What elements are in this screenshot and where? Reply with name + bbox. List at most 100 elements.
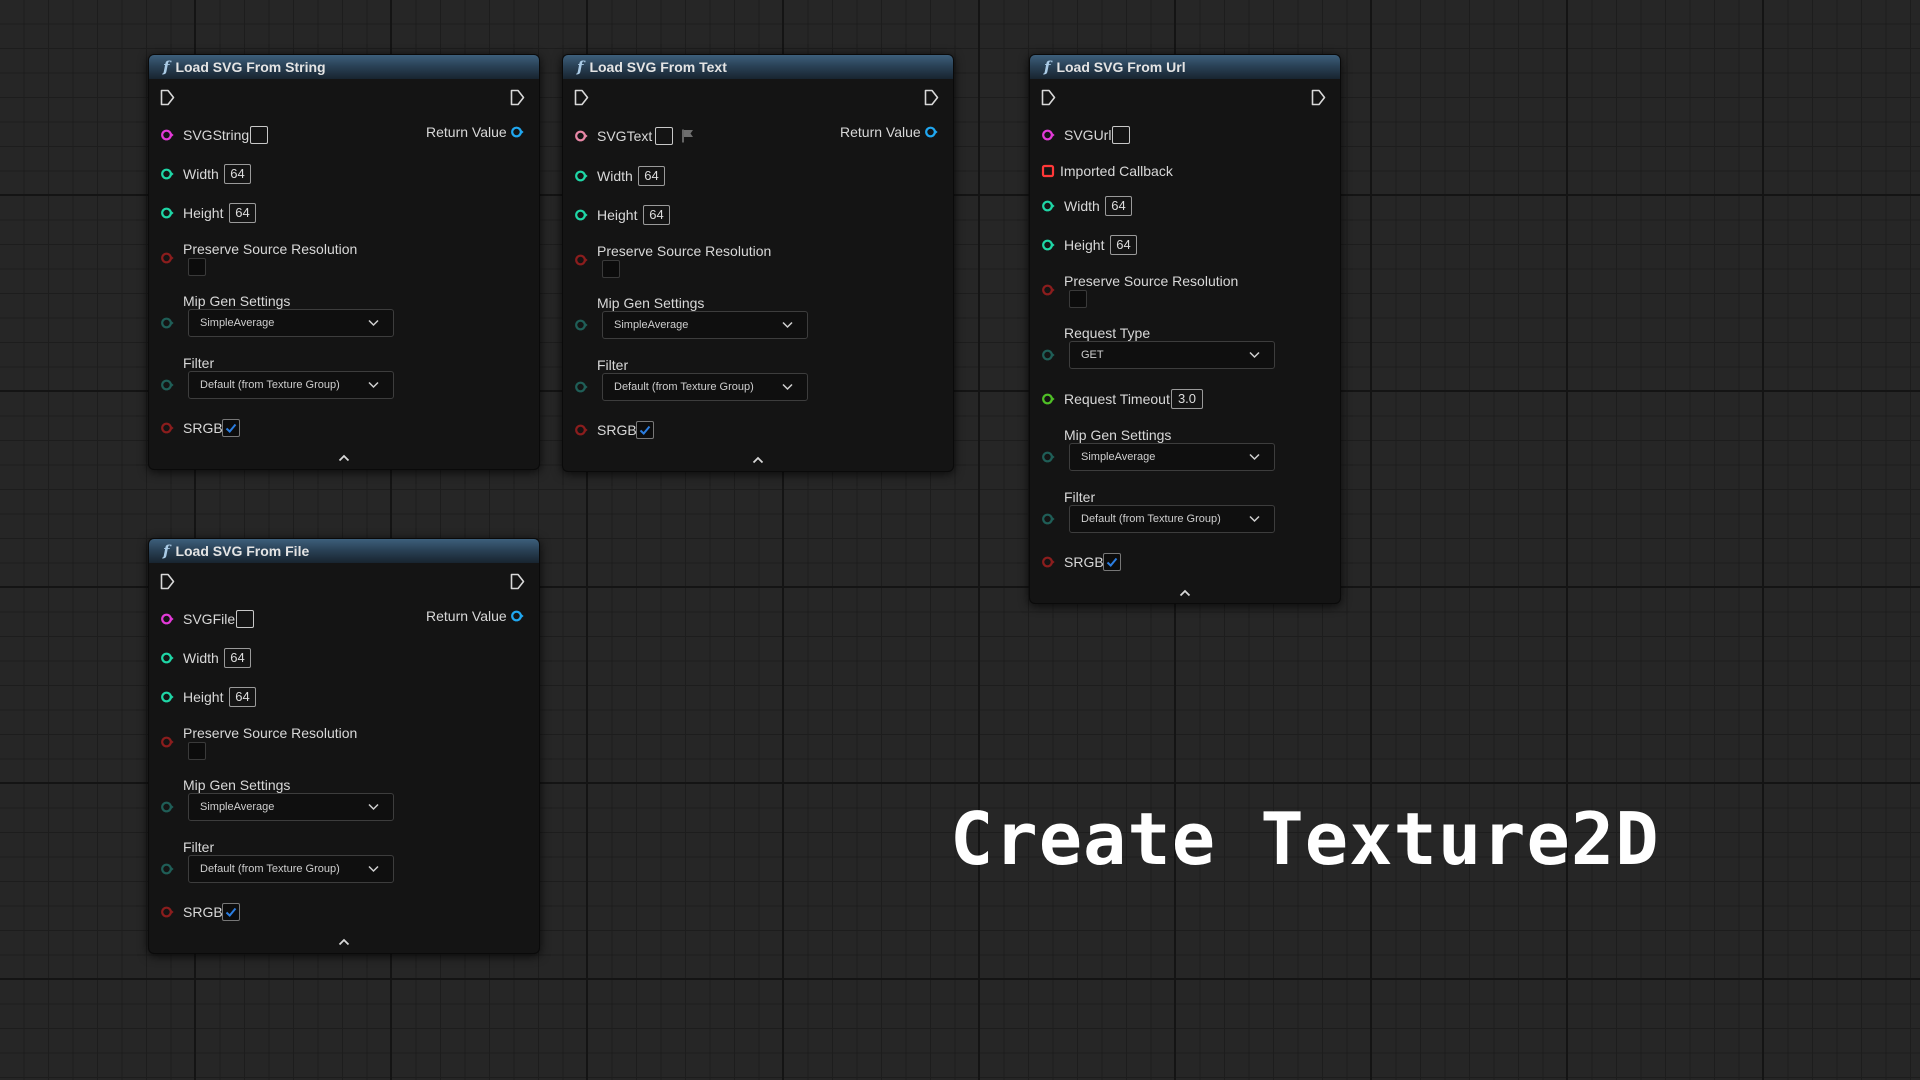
- node-header[interactable]: f Load SVG From File: [149, 539, 539, 563]
- struct-pin-icon[interactable]: [160, 862, 174, 876]
- bool-pin-icon[interactable]: [160, 251, 174, 265]
- checkmark-icon: [225, 907, 237, 917]
- mip-gen-settings-value: SimpleAverage: [614, 319, 689, 331]
- height-pin-icon[interactable]: [160, 690, 174, 704]
- bool-pin-icon[interactable]: [574, 253, 588, 267]
- filter-dropdown[interactable]: Default (from Texture Group): [602, 373, 808, 401]
- filter-dropdown[interactable]: Default (from Texture Group): [188, 371, 394, 399]
- exec-out-pin-icon[interactable]: [510, 89, 525, 106]
- width-pin-icon[interactable]: [160, 651, 174, 665]
- node-load-svg-from-text[interactable]: f Load SVG From Text SVGText Return Valu…: [562, 54, 954, 472]
- height-input[interactable]: 64: [1110, 235, 1137, 255]
- struct-pin-icon[interactable]: [1041, 348, 1055, 362]
- svg-url-input[interactable]: [1112, 126, 1130, 144]
- return-value-pin-icon[interactable]: [510, 609, 524, 623]
- bool-pin-icon[interactable]: [1041, 283, 1055, 297]
- request-type-label: Request Type: [1064, 325, 1151, 341]
- node-header[interactable]: f Load SVG From Text: [563, 55, 953, 79]
- collapse-arrow-icon[interactable]: [337, 453, 351, 463]
- mip-gen-settings-value: SimpleAverage: [200, 801, 275, 813]
- struct-pin-icon[interactable]: [160, 316, 174, 330]
- srgb-checkbox[interactable]: [636, 421, 654, 439]
- exec-in-pin-icon[interactable]: [160, 89, 175, 106]
- exec-out-pin-icon[interactable]: [510, 573, 525, 590]
- width-pin-icon[interactable]: [1041, 199, 1055, 213]
- struct-pin-icon[interactable]: [160, 800, 174, 814]
- exec-in-pin-icon[interactable]: [1041, 89, 1056, 106]
- mip-gen-settings-value: SimpleAverage: [200, 317, 275, 329]
- preserve-source-resolution-checkbox[interactable]: [1069, 290, 1087, 308]
- return-value-pin-icon[interactable]: [924, 125, 938, 139]
- return-value-pin-icon[interactable]: [510, 125, 524, 139]
- struct-pin-icon[interactable]: [160, 378, 174, 392]
- width-input[interactable]: 64: [224, 164, 251, 184]
- mip-gen-settings-dropdown[interactable]: SimpleAverage: [188, 309, 394, 337]
- exec-in-pin-icon[interactable]: [160, 573, 175, 590]
- height-pin-icon[interactable]: [1041, 238, 1055, 252]
- srgb-label: SRGB: [183, 420, 223, 436]
- bool-pin-icon[interactable]: [574, 423, 588, 437]
- bool-pin-icon[interactable]: [160, 905, 174, 919]
- float-pin-icon[interactable]: [1041, 392, 1055, 406]
- exec-in-pin-icon[interactable]: [574, 89, 589, 106]
- node-load-svg-from-file[interactable]: f Load SVG From File SVGFile Return Valu…: [148, 538, 540, 954]
- string-pin-icon[interactable]: [160, 612, 174, 626]
- string-pin-icon[interactable]: [160, 128, 174, 142]
- width-pin-icon[interactable]: [574, 169, 588, 183]
- collapse-arrow-icon[interactable]: [1178, 588, 1192, 598]
- preserve-source-resolution-checkbox[interactable]: [602, 260, 620, 278]
- srgb-checkbox[interactable]: [222, 419, 240, 437]
- struct-pin-icon[interactable]: [574, 380, 588, 394]
- width-input[interactable]: 64: [638, 166, 665, 186]
- preserve-source-resolution-checkbox[interactable]: [188, 742, 206, 760]
- mip-gen-settings-dropdown[interactable]: SimpleAverage: [1069, 443, 1275, 471]
- bool-pin-icon[interactable]: [160, 735, 174, 749]
- height-pin-icon[interactable]: [574, 208, 588, 222]
- height-input[interactable]: 64: [643, 205, 670, 225]
- svg-file-input[interactable]: [236, 610, 254, 628]
- preserve-source-resolution-checkbox[interactable]: [188, 258, 206, 276]
- preserve-source-resolution-label: Preserve Source Resolution: [183, 241, 358, 257]
- mip-gen-settings-label: Mip Gen Settings: [183, 777, 291, 793]
- srgb-checkbox[interactable]: [222, 903, 240, 921]
- svg-text-input[interactable]: [655, 127, 673, 145]
- mip-gen-settings-dropdown[interactable]: SimpleAverage: [602, 311, 808, 339]
- exec-out-pin-icon[interactable]: [924, 89, 939, 106]
- struct-pin-icon[interactable]: [1041, 450, 1055, 464]
- bool-pin-icon[interactable]: [160, 421, 174, 435]
- srgb-label: SRGB: [597, 422, 637, 438]
- text-pin-icon[interactable]: [574, 129, 588, 143]
- collapse-arrow-icon[interactable]: [337, 937, 351, 947]
- node-header[interactable]: f Load SVG From String: [149, 55, 539, 79]
- string-pin-icon[interactable]: [1041, 128, 1055, 142]
- delegate-pin-icon[interactable]: [1041, 164, 1055, 178]
- request-timeout-input[interactable]: 3.0: [1171, 389, 1203, 409]
- height-input[interactable]: 64: [229, 203, 256, 223]
- struct-pin-icon[interactable]: [574, 318, 588, 332]
- svg-string-input[interactable]: [250, 126, 268, 144]
- width-input[interactable]: 64: [1105, 196, 1132, 216]
- width-input[interactable]: 64: [224, 648, 251, 668]
- height-pin-icon[interactable]: [160, 206, 174, 220]
- node-load-svg-from-string[interactable]: f Load SVG From String SVGString Return …: [148, 54, 540, 470]
- node-load-svg-from-url[interactable]: f Load SVG From Url SVGUrl Imported Call…: [1029, 54, 1341, 604]
- flag-icon[interactable]: [680, 128, 696, 144]
- node-title: Load SVG From File: [175, 543, 310, 559]
- filter-value: Default (from Texture Group): [200, 863, 340, 875]
- chevron-down-icon: [1249, 515, 1260, 523]
- collapse-arrow-icon[interactable]: [751, 455, 765, 465]
- filter-dropdown[interactable]: Default (from Texture Group): [188, 855, 394, 883]
- filter-label: Filter: [1064, 489, 1096, 505]
- bool-pin-icon[interactable]: [1041, 555, 1055, 569]
- node-header[interactable]: f Load SVG From Url: [1030, 55, 1340, 79]
- exec-out-pin-icon[interactable]: [1311, 89, 1326, 106]
- height-input[interactable]: 64: [229, 687, 256, 707]
- srgb-checkbox[interactable]: [1103, 553, 1121, 571]
- mip-gen-settings-dropdown[interactable]: SimpleAverage: [188, 793, 394, 821]
- svg-file-label: SVGFile: [183, 611, 236, 627]
- mip-gen-settings-value: SimpleAverage: [1081, 451, 1156, 463]
- width-pin-icon[interactable]: [160, 167, 174, 181]
- request-type-dropdown[interactable]: GET: [1069, 341, 1275, 369]
- filter-dropdown[interactable]: Default (from Texture Group): [1069, 505, 1275, 533]
- struct-pin-icon[interactable]: [1041, 512, 1055, 526]
